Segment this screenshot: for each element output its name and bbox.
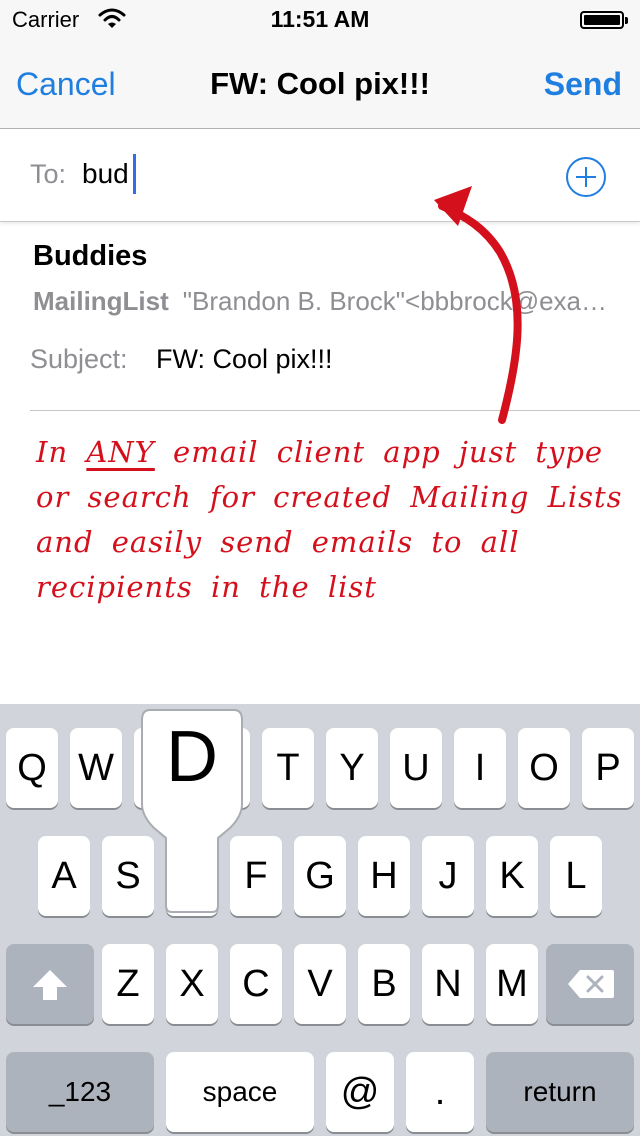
backspace-icon bbox=[568, 970, 614, 998]
to-field-row: To: bbox=[0, 129, 640, 222]
add-contact-icon[interactable] bbox=[566, 157, 606, 197]
cancel-button[interactable]: Cancel bbox=[16, 66, 116, 103]
key-n[interactable]: N bbox=[422, 944, 474, 1024]
annotation-arrow-icon bbox=[434, 186, 522, 424]
key-m[interactable]: M bbox=[486, 944, 538, 1024]
numbers-key[interactable]: _123 bbox=[6, 1052, 154, 1132]
send-button[interactable]: Send bbox=[544, 66, 622, 103]
key-v[interactable]: V bbox=[294, 944, 346, 1024]
key-y[interactable]: Y bbox=[326, 728, 378, 808]
space-key[interactable]: space bbox=[166, 1052, 314, 1132]
key-q[interactable]: Q bbox=[6, 728, 58, 808]
key-t[interactable]: T bbox=[262, 728, 314, 808]
dot-key[interactable]: . bbox=[406, 1052, 474, 1132]
key-b[interactable]: B bbox=[358, 944, 410, 1024]
key-w[interactable]: W bbox=[70, 728, 122, 808]
key-a[interactable]: A bbox=[38, 836, 90, 916]
suggestion-name: Buddies bbox=[33, 240, 148, 272]
key-u[interactable]: U bbox=[390, 728, 442, 808]
shift-arrow-icon bbox=[33, 970, 67, 1000]
annotation-prefix: In bbox=[36, 435, 87, 469]
key-l[interactable]: L bbox=[550, 836, 602, 916]
recipient-suggestion[interactable]: Buddies MailingList "Brandon B. Brock"<bb… bbox=[0, 222, 640, 322]
key-c[interactable]: C bbox=[230, 944, 282, 1024]
status-bar: Carrier 11:51 AM bbox=[0, 0, 640, 40]
to-label: To: bbox=[30, 159, 67, 189]
key-j[interactable]: J bbox=[422, 836, 474, 916]
key-preview-letter: D bbox=[166, 717, 218, 797]
suggestion-detail: "Brandon B. Brock"<bbbrock@example.com> bbox=[182, 286, 608, 316]
subject-row[interactable]: Subject: FW: Cool pix!!! bbox=[30, 338, 640, 411]
at-key[interactable]: @ bbox=[326, 1052, 394, 1132]
suggestion-type: MailingList bbox=[33, 286, 169, 316]
key-p[interactable]: P bbox=[582, 728, 634, 808]
navigation-bar: Cancel FW: Cool pix!!! Send bbox=[0, 40, 640, 129]
clock: 11:51 AM bbox=[270, 6, 370, 32]
key-z[interactable]: Z bbox=[102, 944, 154, 1024]
return-key[interactable]: return bbox=[486, 1052, 634, 1132]
key-i[interactable]: I bbox=[454, 728, 506, 808]
shift-key[interactable] bbox=[6, 944, 94, 1024]
delete-key[interactable] bbox=[546, 944, 634, 1024]
annotation-emphasis: ANY bbox=[86, 435, 155, 469]
text-cursor bbox=[133, 154, 136, 194]
battery-icon bbox=[580, 11, 628, 29]
subject-value: FW: Cool pix!!! bbox=[156, 344, 333, 374]
keyboard: Q W E R T Y U I O P A S D F G H J K L Z … bbox=[0, 704, 640, 1136]
key-x[interactable]: X bbox=[166, 944, 218, 1024]
subject-label: Subject: bbox=[30, 344, 128, 374]
key-k[interactable]: K bbox=[486, 836, 538, 916]
key-h[interactable]: H bbox=[358, 836, 410, 916]
promo-annotation: In ANY email client app just type or sea… bbox=[36, 430, 626, 610]
key-g[interactable]: G bbox=[294, 836, 346, 916]
key-o[interactable]: O bbox=[518, 728, 570, 808]
